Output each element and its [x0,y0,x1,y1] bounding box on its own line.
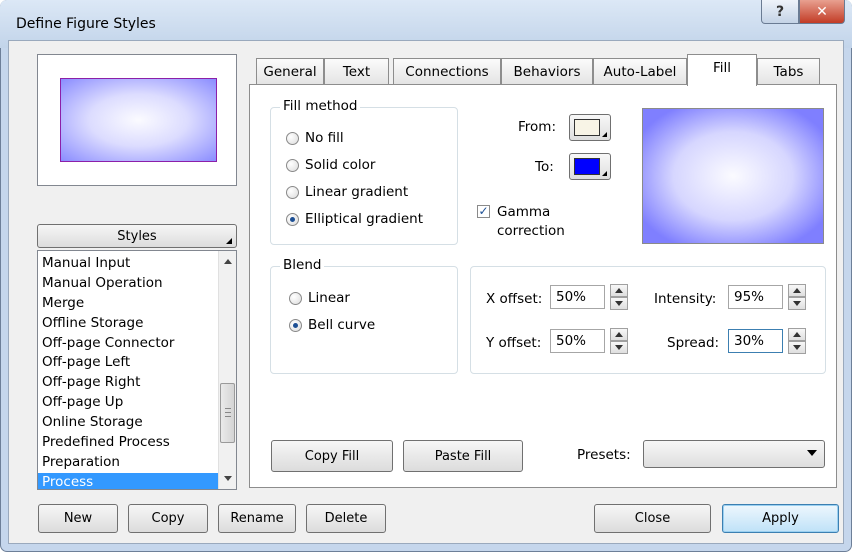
window-title: Define Figure Styles [16,16,156,32]
y-offset-spinner[interactable] [610,328,628,354]
list-item[interactable]: Merge [38,294,218,314]
list-item[interactable]: Predefined Process [38,433,218,453]
to-color-button[interactable] [569,153,611,180]
spin-up-icon[interactable] [788,284,806,297]
spin-up-icon[interactable] [610,328,628,341]
radio-button[interactable] [286,185,299,199]
fill-method-label: Fill method [280,98,361,114]
y-offset-label: Y offset: [486,335,542,351]
dropdown-corner-icon [226,238,232,244]
spread-input[interactable]: 30% [728,329,783,353]
spread-spinner[interactable] [788,328,806,354]
offsets-group [470,266,826,374]
intensity-spinner[interactable] [788,284,806,310]
scroll-down-icon[interactable] [224,476,232,481]
rename-button[interactable]: Rename [218,504,296,533]
list-item[interactable]: Off-page Left [38,353,218,373]
list-item[interactable]: Manual Input [38,254,218,274]
gamma-correction-label: Gamma correction [497,203,565,241]
spin-up-icon[interactable] [610,284,628,297]
list-item[interactable]: Offline Storage [38,314,218,334]
style-list[interactable]: Manual Input Manual Operation Merge Offline… [37,250,237,490]
x-offset-input[interactable]: 50% [550,285,605,309]
list-item[interactable]: Preparation [38,453,218,473]
tab-text[interactable]: Text [324,58,389,84]
scroll-up-icon[interactable] [224,259,232,264]
x-offset-label: X offset: [486,291,543,307]
radio-blend-linear[interactable]: Linear [289,285,350,311]
radio-button[interactable] [289,291,302,305]
radio-elliptical-gradient[interactable]: Elliptical gradient [286,206,423,232]
spin-down-icon[interactable] [788,297,806,310]
radio-button[interactable] [286,212,299,226]
close-button[interactable]: Close [594,504,711,533]
help-button[interactable]: ? [761,0,799,24]
y-offset-input[interactable]: 50% [550,329,605,353]
close-window-button[interactable]: ✕ [799,0,845,24]
style-list-scrollbar[interactable] [218,251,236,489]
fill-preview [642,108,824,244]
radio-linear-gradient[interactable]: Linear gradient [286,179,408,205]
chevron-down-icon [807,450,817,456]
tab-tabs[interactable]: Tabs [757,58,820,84]
to-color-swatch [574,158,600,175]
gamma-label-line2: correction [497,223,565,239]
preview-shape [60,78,217,162]
radio-button[interactable] [289,318,302,332]
dropdown-corner-icon [602,171,607,176]
radio-label: No fill [305,130,344,146]
radio-no-fill[interactable]: No fill [286,125,344,151]
new-button[interactable]: New [38,504,118,533]
spin-down-icon[interactable] [610,341,628,354]
delete-button[interactable]: Delete [306,504,386,533]
intensity-input[interactable]: 95% [728,285,783,309]
grip-icon [225,408,231,417]
radio-button[interactable] [286,158,299,172]
tab-fill[interactable]: Fill [687,54,757,86]
radio-solid-color[interactable]: Solid color [286,152,375,178]
list-item[interactable]: Online Storage [38,413,218,433]
radio-label: Linear [308,290,350,306]
copy-fill-button[interactable]: Copy Fill [271,440,393,472]
dropdown-corner-icon [602,132,607,137]
list-item[interactable]: Off-page Connector [38,334,218,354]
from-color-button[interactable] [569,114,611,141]
from-label: From: [518,119,556,135]
tab-behaviors[interactable]: Behaviors [501,58,593,84]
spin-down-icon[interactable] [788,341,806,354]
styles-button-label: Styles [117,228,157,244]
style-list-items: Manual Input Manual Operation Merge Offline… [38,254,218,489]
radio-blend-bell-curve[interactable]: Bell curve [289,312,375,338]
radio-label: Solid color [305,157,376,173]
gamma-label-line1: Gamma [497,204,551,220]
blend-label: Blend [280,257,325,273]
presets-dropdown[interactable] [643,440,825,468]
to-label: To: [535,159,554,175]
spin-up-icon[interactable] [788,328,806,341]
radio-label: Elliptical gradient [305,211,423,227]
radio-button[interactable] [286,131,299,145]
radio-label: Bell curve [308,317,376,333]
spread-label: Spread: [667,335,720,351]
gamma-correction-checkbox[interactable]: ✓ [477,205,490,218]
spin-down-icon[interactable] [610,297,628,310]
presets-label: Presets: [577,447,631,463]
tab-auto-label[interactable]: Auto-Label [593,58,687,84]
tab-connections[interactable]: Connections [393,58,501,84]
style-preview [37,54,237,186]
list-item[interactable]: Manual Operation [38,274,218,294]
scrollbar-thumb[interactable] [220,383,235,443]
paste-fill-button[interactable]: Paste Fill [403,440,523,472]
list-item[interactable]: Off-page Up [38,393,218,413]
intensity-label: Intensity: [654,291,717,307]
copy-button[interactable]: Copy [128,504,208,533]
list-item[interactable]: Off-page Right [38,373,218,393]
apply-button[interactable]: Apply [722,504,839,533]
radio-label: Linear gradient [305,184,409,200]
x-offset-spinner[interactable] [610,284,628,310]
list-item[interactable]: Process [38,472,218,489]
from-color-swatch [574,119,600,136]
tab-general[interactable]: General [256,58,324,84]
styles-menu-button[interactable]: Styles [37,224,237,248]
